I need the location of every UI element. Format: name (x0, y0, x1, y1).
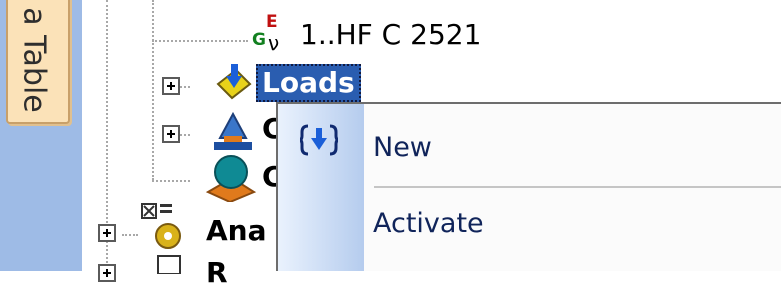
expand-toggle[interactable] (98, 264, 116, 282)
analysis-icon (141, 203, 181, 249)
expand-toggle[interactable] (162, 125, 180, 143)
tree-connector (122, 234, 138, 236)
left-panel-strip: a Table (0, 0, 82, 271)
tree-connector (180, 134, 190, 136)
tree-item-label: Ana (206, 214, 267, 247)
menu-item-label: Activate (373, 208, 484, 239)
menu-separator (374, 186, 781, 188)
new-load-icon (300, 124, 338, 156)
tree-connector (180, 86, 190, 88)
sphere-icon (205, 155, 257, 202)
document-icon (157, 255, 181, 274)
tree-connector (152, 180, 190, 182)
menu-item-new[interactable]: New (278, 116, 781, 176)
tree-connector (152, 0, 154, 180)
tree-item-label-selected: Loads (256, 64, 361, 102)
load-case-icon-letter-sub: ν (268, 31, 280, 55)
tree-item-label: R (206, 256, 228, 289)
side-tab[interactable]: a Table (6, 0, 70, 124)
expand-toggle[interactable] (98, 224, 116, 242)
support-icon (214, 111, 252, 150)
side-tab-label: a Table (16, 7, 52, 113)
tree-connector (152, 40, 248, 42)
context-menu[interactable]: New Activate (276, 102, 781, 271)
loads-icon (216, 64, 252, 100)
load-case-icon-letter-top: E (266, 12, 278, 32)
load-case-icon: E G ν (252, 12, 292, 55)
tree-item-label: 1..HF C 2521 (300, 18, 482, 51)
load-case-icon-letter-left: G (252, 30, 266, 50)
menu-item-label: New (373, 132, 432, 163)
menu-item-activate[interactable]: Activate (278, 196, 781, 256)
expand-toggle[interactable] (162, 77, 180, 95)
